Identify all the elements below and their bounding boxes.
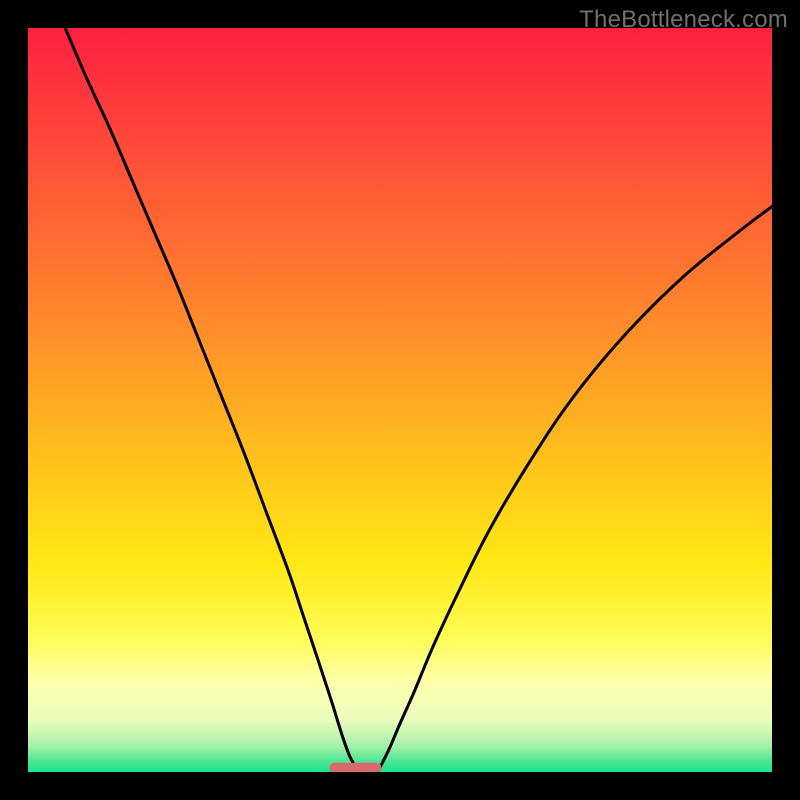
- plot-area: [28, 28, 772, 772]
- outer-frame: TheBottleneck.com: [0, 0, 800, 800]
- gradient-background: [28, 28, 772, 772]
- bottleneck-marker: [329, 763, 381, 772]
- marker-pill: [329, 763, 381, 772]
- chart-svg: [28, 28, 772, 772]
